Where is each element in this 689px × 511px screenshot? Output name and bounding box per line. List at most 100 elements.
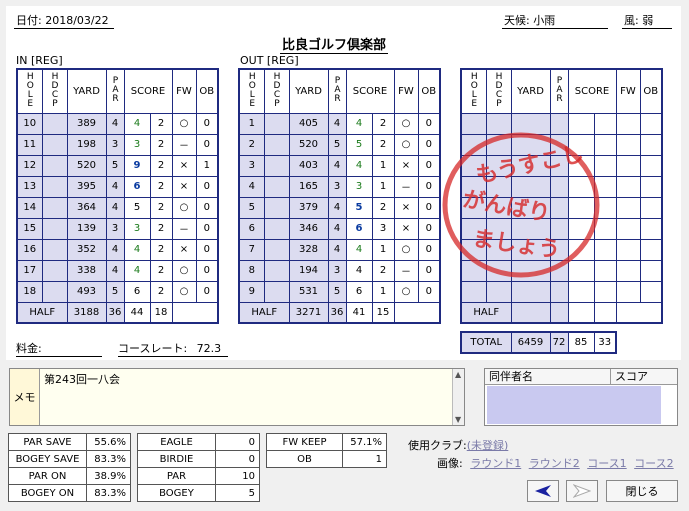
hole-ob: 0 <box>417 112 441 135</box>
memo-text[interactable]: 第243回一八会 <box>44 371 120 387</box>
hole-hdcp <box>41 217 68 240</box>
hole-putt: 2 <box>149 280 173 303</box>
stat-row: FW KEEP 57.1% <box>266 433 387 451</box>
hole-fw: － <box>393 175 419 198</box>
hole-number: 4 <box>238 175 265 198</box>
hole-par: 5 <box>327 133 347 156</box>
hole-ob: 0 <box>417 175 441 198</box>
hole-yard: 493 <box>66 280 107 303</box>
hole-number: 8 <box>238 259 265 282</box>
half-label: HALF <box>238 301 290 324</box>
stat-row: PAR ON 38.9% <box>8 467 131 485</box>
image-link-course2[interactable]: コース2 <box>634 457 673 470</box>
hole-score: 6 <box>345 280 373 303</box>
hole-fw: － <box>171 217 197 240</box>
hole-putt: 1 <box>371 238 395 261</box>
hole-putt: 2 <box>149 133 173 156</box>
next-button[interactable] <box>566 480 598 502</box>
companions-list[interactable] <box>487 386 661 424</box>
hole-hdcp <box>263 196 290 219</box>
stat-value: 83.3% <box>86 450 131 468</box>
hole-row: 11 198 3 3 2 － 0 <box>16 133 219 156</box>
hole-score: 5 <box>123 196 151 219</box>
hole-fw <box>615 154 641 177</box>
close-button[interactable]: 閉じる <box>606 480 678 502</box>
hole-row: 10 389 4 4 2 ○ 0 <box>16 112 219 135</box>
col-ob: OB <box>639 68 663 114</box>
hole-putt <box>593 280 617 303</box>
previous-button[interactable] <box>527 480 559 502</box>
total-yard: 6459 <box>510 331 551 354</box>
hole-number: 14 <box>16 196 43 219</box>
col-hole: HOLE <box>460 68 487 114</box>
companion-score-header[interactable]: スコア <box>611 369 648 384</box>
hole-hdcp <box>263 217 290 240</box>
image-link-course1[interactable]: コース1 <box>587 457 626 470</box>
hole-row: 14 364 4 5 2 ○ 0 <box>16 196 219 219</box>
hole-ob <box>639 259 663 282</box>
hole-ob <box>639 217 663 240</box>
hole-ob <box>639 133 663 156</box>
col-yard: YARD <box>510 68 551 114</box>
half-putt <box>593 301 617 324</box>
hole-ob: 1 <box>195 154 219 177</box>
hole-ob <box>639 238 663 261</box>
hole-hdcp <box>263 154 290 177</box>
hole-score <box>567 280 595 303</box>
hole-score: 4 <box>345 112 373 135</box>
col-fw: FW <box>615 68 641 114</box>
half-score: 44 <box>123 301 151 324</box>
col-fw: FW <box>171 68 197 114</box>
image-link-round2[interactable]: ラウンド2 <box>529 457 580 470</box>
hole-ob <box>639 175 663 198</box>
hole-yard: 405 <box>288 112 329 135</box>
scroll-up-icon[interactable]: ▲ <box>455 370 461 379</box>
companion-name-header[interactable]: 同伴者名 <box>485 369 611 384</box>
stat-row: OB 1 <box>266 450 387 468</box>
hole-number: 11 <box>16 133 43 156</box>
hole-number: 6 <box>238 217 265 240</box>
out-scorecard-table: HOLE HDCP YARD PAR SCORE FW OB 1 405 4 4 2 ○ 0… <box>238 68 441 324</box>
hole-ob <box>639 196 663 219</box>
col-par: PAR <box>105 68 125 114</box>
wind-label: 風: 弱 <box>622 12 672 29</box>
hole-number: 15 <box>16 217 43 240</box>
scroll-down-icon[interactable]: ▼ <box>455 415 461 424</box>
hole-row: 15 139 3 3 2 － 0 <box>16 217 219 240</box>
hole-putt: 1 <box>371 280 395 303</box>
clubs-link[interactable]: (未登録) <box>467 439 509 452</box>
half-putt: 15 <box>371 301 395 324</box>
hole-number: 16 <box>16 238 43 261</box>
stat-value: 38.9% <box>86 467 131 485</box>
image-link-round1[interactable]: ラウンド1 <box>470 457 521 470</box>
stat-label: EAGLE <box>137 433 216 451</box>
memo-scrollbar[interactable]: ▲ ▼ <box>452 369 464 425</box>
hole-fw: ○ <box>393 112 419 135</box>
hole-number: 9 <box>238 280 265 303</box>
date-label: 日付: 2018/03/22 <box>14 12 114 29</box>
col-score: SCORE <box>123 68 173 114</box>
hole-ob: 0 <box>417 196 441 219</box>
memo-label: メモ <box>10 369 40 425</box>
hole-score: 6 <box>345 217 373 240</box>
stat-value: 0 <box>215 450 260 468</box>
hole-fw <box>615 133 641 156</box>
memo-box[interactable]: メモ 第243回一八会 ▲ ▼ <box>9 368 465 426</box>
hole-row: 12 520 5 9 2 × 1 <box>16 154 219 177</box>
hole-fw <box>615 280 641 303</box>
stamp-line-1: もうすこし <box>474 142 586 189</box>
stats-group-1: PAR SAVE 55.6% BOGEY SAVE 83.3% PAR ON 38.9% B… <box>8 433 131 502</box>
total-table: TOTAL 6459 72 85 33 <box>460 331 617 354</box>
hole-fw <box>615 175 641 198</box>
hole-fw: × <box>171 238 197 261</box>
hole-number: 5 <box>238 196 265 219</box>
stamp-line-2: がんばり <box>461 186 552 227</box>
col-ob: OB <box>195 68 219 114</box>
hole-ob: 0 <box>417 259 441 282</box>
hole-par <box>549 280 569 303</box>
hole-ob: 0 <box>195 280 219 303</box>
hole-hdcp <box>41 259 68 282</box>
hole-par: 5 <box>105 280 125 303</box>
hole-row: 1 405 4 4 2 ○ 0 <box>238 112 441 135</box>
hole-fw: ○ <box>393 133 419 156</box>
